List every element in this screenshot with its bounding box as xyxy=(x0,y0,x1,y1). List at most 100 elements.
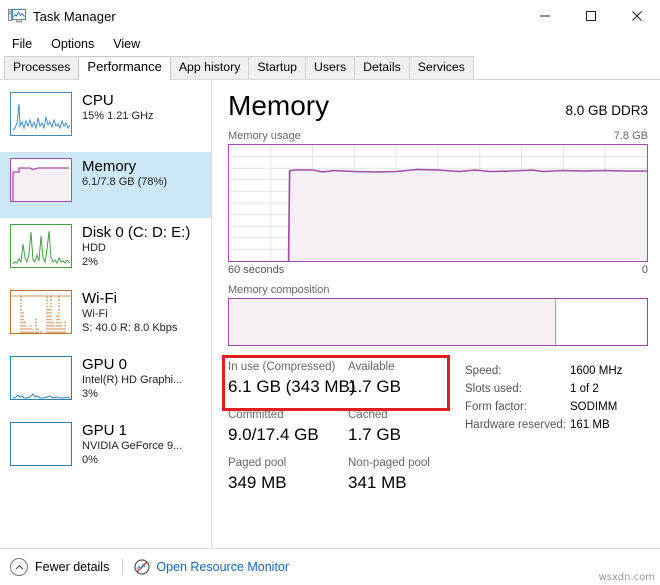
resource-sidebar: CPU 15% 1.21 GHz Memory 6.1/7.8 GB (78%) xyxy=(0,80,212,548)
tab-users[interactable]: Users xyxy=(305,56,355,79)
tab-strip: Processes Performance App history Startu… xyxy=(0,56,660,80)
memory-detail-panel: Memory 8.0 GB DDR3 Memory usage 7.8 GB xyxy=(212,80,660,548)
stat-non-paged-pool-label: Non-paged pool xyxy=(348,456,446,471)
disk-thumbnail-icon xyxy=(10,224,72,268)
sidebar-item-cpu[interactable]: CPU 15% 1.21 GHz xyxy=(0,86,211,152)
sidebar-item-disk-0[interactable]: Disk 0 (C: D: E:) HDD 2% xyxy=(0,218,211,284)
info-speed-value: 1600 MHz xyxy=(570,362,622,380)
graph-footer: 60 seconds 0 xyxy=(228,264,648,276)
stat-available: Available 1.7 GB xyxy=(348,360,446,398)
sidebar-item-cpu-sub1: 15% 1.21 GHz xyxy=(82,109,154,123)
open-resource-monitor-link[interactable]: Open Resource Monitor xyxy=(134,559,289,575)
info-row-form-factor: Form factor: SODIMM xyxy=(465,398,648,416)
close-button[interactable] xyxy=(614,0,660,32)
info-form-factor-label: Form factor: xyxy=(465,398,570,416)
sidebar-item-gpu-0-sub1: Intel(R) HD Graphi... xyxy=(82,373,182,387)
menu-bar: File Options View xyxy=(0,32,660,56)
wifi-thumbnail-icon xyxy=(10,290,72,334)
info-hardware-reserved-value: 161 MB xyxy=(570,416,610,434)
sidebar-item-disk-0-sub2: 2% xyxy=(82,255,190,269)
resource-monitor-icon xyxy=(134,559,150,575)
task-manager-window: Task Manager File Options View Processes… xyxy=(0,0,660,585)
stat-paged-pool-label: Paged pool xyxy=(228,456,348,471)
sidebar-item-wifi-sub1: Wi-Fi xyxy=(82,307,177,321)
tab-startup[interactable]: Startup xyxy=(248,56,306,79)
memory-composition-label: Memory composition xyxy=(228,284,648,296)
sidebar-item-gpu-1-sub1: NVIDIA GeForce 9... xyxy=(82,439,182,453)
sidebar-item-cpu-text: CPU 15% 1.21 GHz xyxy=(82,92,154,123)
stat-available-value: 1.7 GB xyxy=(348,375,446,398)
stat-non-paged-pool: Non-paged pool 341 MB xyxy=(348,456,446,494)
gpu-0-thumbnail-icon xyxy=(10,356,72,400)
memory-stats-left: In use (Compressed) 6.1 GB (343 MB) Avai… xyxy=(228,360,453,504)
stat-cached: Cached 1.7 GB xyxy=(348,408,446,446)
stat-available-label: Available xyxy=(348,360,446,375)
sidebar-item-wifi-title: Wi-Fi xyxy=(82,290,177,307)
stat-row-inuse-available: In use (Compressed) 6.1 GB (343 MB) Avai… xyxy=(228,360,453,398)
memory-usage-graph xyxy=(228,144,648,262)
stat-committed-label: Committed xyxy=(228,408,348,423)
fewer-details-label: Fewer details xyxy=(35,560,109,574)
sidebar-item-gpu-1-sub2: 0% xyxy=(82,453,182,467)
content-area: CPU 15% 1.21 GHz Memory 6.1/7.8 GB (78%) xyxy=(0,80,660,548)
stat-in-use-label: In use (Compressed) xyxy=(228,360,348,375)
page-title: Memory xyxy=(228,90,329,122)
sidebar-item-memory-title: Memory xyxy=(82,158,167,175)
maximize-button[interactable] xyxy=(568,0,614,32)
info-slots-value: 1 of 2 xyxy=(570,380,599,398)
stat-row-committed-cached: Committed 9.0/17.4 GB Cached 1.7 GB xyxy=(228,408,453,446)
info-form-factor-value: SODIMM xyxy=(570,398,617,416)
stat-committed: Committed 9.0/17.4 GB xyxy=(228,408,348,446)
menu-item-file[interactable]: File xyxy=(7,35,41,53)
stat-in-use-value: 6.1 GB (343 MB) xyxy=(228,375,348,398)
title-bar: Task Manager xyxy=(0,0,660,32)
graph-max-label: 7.8 GB xyxy=(614,130,648,142)
menu-item-view[interactable]: View xyxy=(108,35,149,53)
memory-composition-bar[interactable] xyxy=(228,298,648,346)
footer-divider xyxy=(122,559,123,575)
sidebar-item-gpu-0-title: GPU 0 xyxy=(82,356,182,373)
info-slots-label: Slots used: xyxy=(465,380,570,398)
watermark: wsxdn.com xyxy=(598,572,655,583)
tab-processes[interactable]: Processes xyxy=(4,56,79,79)
sidebar-item-gpu-0-sub2: 3% xyxy=(82,387,182,401)
graph-header: Memory usage 7.8 GB xyxy=(228,130,648,142)
gpu-1-thumbnail-icon xyxy=(10,422,72,466)
memory-spec: 8.0 GB DDR3 xyxy=(565,103,648,118)
tab-services[interactable]: Services xyxy=(409,56,474,79)
sidebar-item-wifi-text: Wi-Fi Wi-Fi S: 40.0 R: 8.0 Kbps xyxy=(82,290,177,335)
tab-app-history[interactable]: App history xyxy=(170,56,250,79)
minimize-button[interactable] xyxy=(522,0,568,32)
sidebar-item-gpu-1[interactable]: GPU 1 NVIDIA GeForce 9... 0% xyxy=(0,416,211,482)
sidebar-item-gpu-0[interactable]: GPU 0 Intel(R) HD Graphi... 3% xyxy=(0,350,211,416)
info-speed-label: Speed: xyxy=(465,362,570,380)
stat-paged-pool: Paged pool 349 MB xyxy=(228,456,348,494)
tab-performance[interactable]: Performance xyxy=(78,56,170,80)
info-row-slots: Slots used: 1 of 2 xyxy=(465,380,648,398)
sidebar-item-gpu-0-text: GPU 0 Intel(R) HD Graphi... 3% xyxy=(82,356,182,401)
sidebar-item-disk-0-sub1: HDD xyxy=(82,241,190,255)
graph-time-zero-label: 0 xyxy=(642,264,648,276)
window-controls xyxy=(522,0,660,32)
tab-details[interactable]: Details xyxy=(354,56,410,79)
graph-label: Memory usage xyxy=(228,130,301,142)
sidebar-item-memory-sub1: 6.1/7.8 GB (78%) xyxy=(82,175,167,189)
stat-cached-label: Cached xyxy=(348,408,446,423)
stat-cached-value: 1.7 GB xyxy=(348,423,446,446)
fewer-details-button[interactable]: Fewer details xyxy=(10,558,109,576)
info-hardware-reserved-label: Hardware reserved: xyxy=(465,416,570,434)
stat-row-pools: Paged pool 349 MB Non-paged pool 341 MB xyxy=(228,456,453,494)
panel-header: Memory 8.0 GB DDR3 xyxy=(228,90,648,122)
sidebar-item-cpu-title: CPU xyxy=(82,92,154,109)
memory-statistics: In use (Compressed) 6.1 GB (343 MB) Avai… xyxy=(228,360,648,504)
sidebar-item-memory[interactable]: Memory 6.1/7.8 GB (78%) xyxy=(0,152,211,218)
menu-item-options[interactable]: Options xyxy=(46,35,103,53)
stat-non-paged-pool-value: 341 MB xyxy=(348,471,446,494)
stat-committed-value: 9.0/17.4 GB xyxy=(228,423,348,446)
window-title: Task Manager xyxy=(33,9,116,24)
memory-hardware-info: Speed: 1600 MHz Slots used: 1 of 2 Form … xyxy=(453,360,648,504)
sidebar-item-wifi[interactable]: Wi-Fi Wi-Fi S: 40.0 R: 8.0 Kbps xyxy=(0,284,211,350)
task-manager-icon xyxy=(8,8,26,24)
sidebar-item-disk-0-text: Disk 0 (C: D: E:) HDD 2% xyxy=(82,224,190,269)
memory-composition-in-use-segment xyxy=(229,299,556,345)
